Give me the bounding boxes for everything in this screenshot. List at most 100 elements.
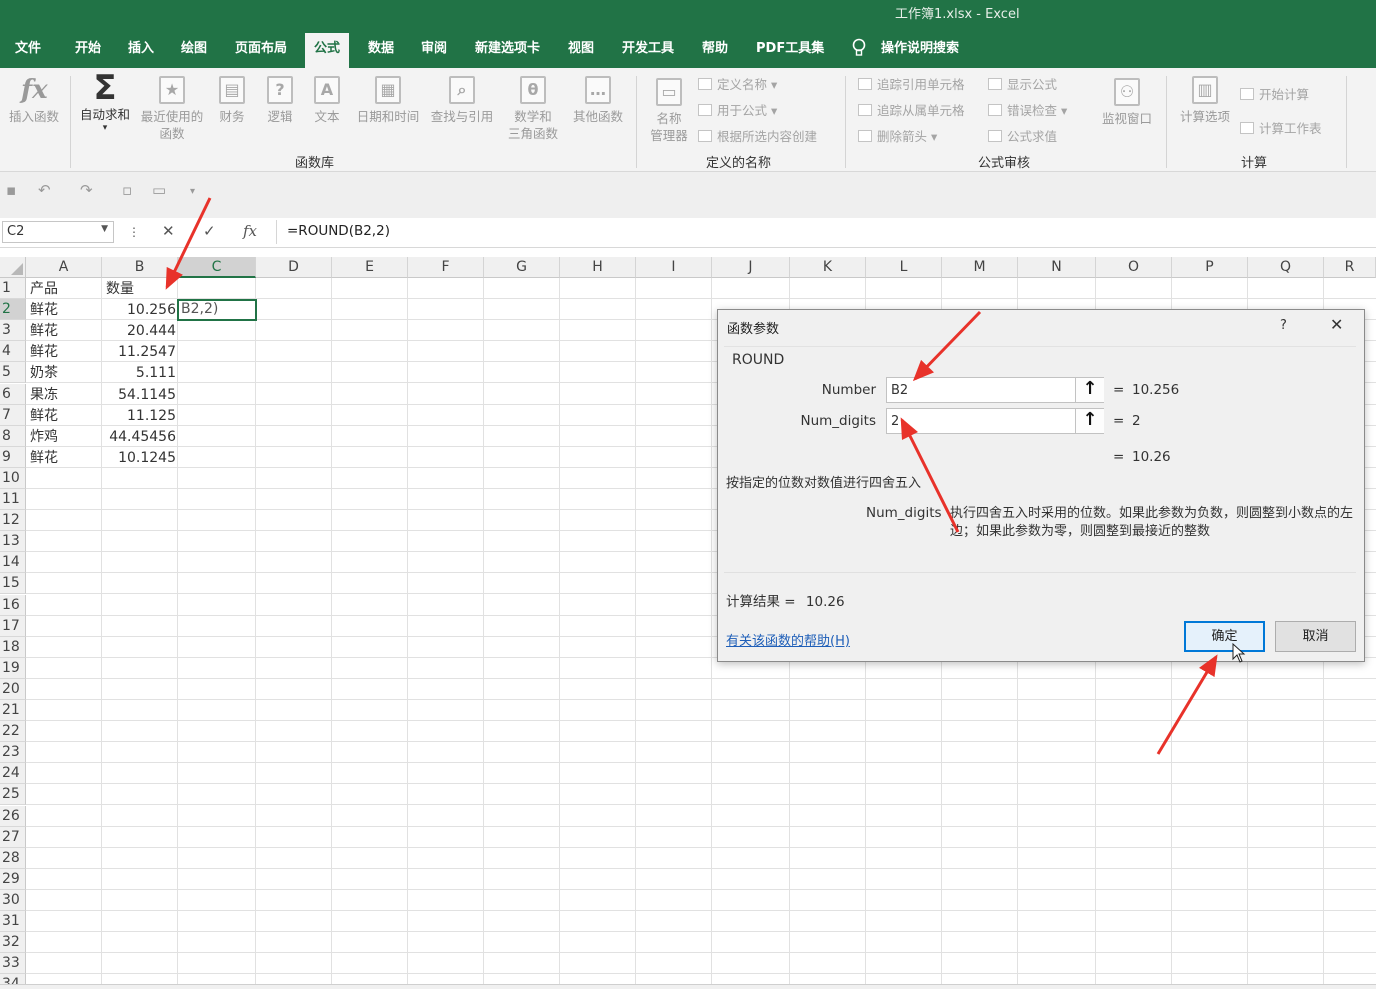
tab-data[interactable]: 数据 <box>368 40 394 64</box>
row-header-8[interactable]: 8 <box>0 425 26 447</box>
print-preview-icon[interactable]: ▫ <box>122 181 132 199</box>
trace-precedents-button[interactable]: 追踪引用单元格 <box>858 74 965 93</box>
remove-arrows-button[interactable]: 删除箭头 ▾ <box>858 126 937 145</box>
row-header-16[interactable]: 16 <box>0 594 26 616</box>
collapse-dialog-arrow-icon[interactable]: ↑ <box>1075 409 1104 433</box>
row-header-9[interactable]: 9 <box>0 446 26 468</box>
row-header-19[interactable]: 19 <box>0 657 26 679</box>
row-header-3[interactable]: 3 <box>0 320 26 342</box>
financial-button[interactable]: ▤ 财务 <box>212 76 252 125</box>
date-time-button[interactable]: ▦ 日期和时间 <box>352 76 424 125</box>
text-functions-button[interactable]: A 文本 <box>307 76 347 125</box>
redo-icon[interactable]: ↷ <box>80 181 93 199</box>
name-box[interactable]: C2 ▼ <box>2 221 114 243</box>
select-all-corner[interactable] <box>0 257 26 278</box>
column-header-g[interactable]: G <box>484 257 560 278</box>
column-header-r[interactable]: R <box>1324 257 1376 278</box>
confirm-entry-icon[interactable]: ✓ <box>203 222 216 240</box>
column-header-l[interactable]: L <box>866 257 942 278</box>
column-header-m[interactable]: M <box>942 257 1018 278</box>
collapse-dialog-arrow-icon[interactable]: ↑ <box>1075 378 1104 402</box>
row-header-28[interactable]: 28 <box>0 847 26 869</box>
logical-button[interactable]: ? 逻辑 <box>260 76 300 125</box>
row-header-27[interactable]: 27 <box>0 826 26 848</box>
row-header-15[interactable]: 15 <box>0 573 26 595</box>
help-icon[interactable]: ? <box>1280 318 1287 333</box>
cell-a9[interactable]: 鲜花 <box>30 448 58 469</box>
row-header-13[interactable]: 13 <box>0 531 26 553</box>
cell-b6[interactable]: 54.1145 <box>102 385 176 406</box>
cell-b1[interactable]: 数量 <box>106 279 134 300</box>
undo-icon[interactable]: ↶ <box>38 181 51 199</box>
tab-review[interactable]: 审阅 <box>421 40 447 64</box>
column-header-c[interactable]: C <box>178 257 256 278</box>
cell-a1[interactable]: 产品 <box>30 279 58 300</box>
tab-file[interactable]: 文件 <box>15 40 41 64</box>
cancel-button[interactable]: 取消 <box>1275 621 1356 652</box>
row-header-21[interactable]: 21 <box>0 700 26 721</box>
recent-functions-button[interactable]: ★ 最近使用的 函数 <box>136 76 208 142</box>
tab-new-tab[interactable]: 新建选项卡 <box>475 40 540 64</box>
row-header-6[interactable]: 6 <box>0 383 26 405</box>
cell-b4[interactable]: 11.2547 <box>102 342 176 363</box>
column-header-j[interactable]: J <box>712 257 790 278</box>
row-header-11[interactable]: 11 <box>0 489 26 510</box>
lookup-reference-button[interactable]: ⌕ 查找与引用 <box>426 76 498 125</box>
row-header-5[interactable]: 5 <box>0 362 26 384</box>
num-digits-arg-input[interactable]: 2 <box>886 408 1104 434</box>
cell-a2[interactable]: 鲜花 <box>30 300 58 321</box>
row-header-25[interactable]: 25 <box>0 784 26 806</box>
show-formulas-button[interactable]: 显示公式 <box>988 74 1057 93</box>
tab-page-layout[interactable]: 页面布局 <box>235 40 287 64</box>
name-manager-button[interactable]: ▭ 名称 管理器 <box>646 78 692 144</box>
math-trig-button[interactable]: θ 数学和 三角函数 <box>500 76 566 142</box>
cell-a4[interactable]: 鲜花 <box>30 342 58 363</box>
cell-a5[interactable]: 奶茶 <box>30 363 58 384</box>
column-header-i[interactable]: I <box>636 257 712 278</box>
use-in-formula-button[interactable]: 用于公式 ▾ <box>698 100 777 119</box>
row-header-7[interactable]: 7 <box>0 404 26 426</box>
row-header-17[interactable]: 17 <box>0 615 26 637</box>
row-header-23[interactable]: 23 <box>0 742 26 764</box>
more-functions-button[interactable]: … 其他函数 <box>568 76 628 125</box>
cell-b7[interactable]: 11.125 <box>102 406 176 427</box>
active-cell-c2[interactable]: B2,2) <box>177 299 257 321</box>
column-header-a[interactable]: A <box>26 257 102 278</box>
ok-button[interactable]: 确定 <box>1184 621 1265 652</box>
row-header-1[interactable]: 1 <box>0 278 26 299</box>
calculate-now-button[interactable]: 开始计算 <box>1240 84 1309 103</box>
cell-a8[interactable]: 炸鸡 <box>30 427 58 448</box>
tab-draw[interactable]: 绘图 <box>181 40 207 64</box>
calculate-sheet-button[interactable]: 计算工作表 <box>1240 118 1322 137</box>
column-header-h[interactable]: H <box>560 257 636 278</box>
column-header-o[interactable]: O <box>1096 257 1172 278</box>
tell-me-search[interactable]: 操作说明搜索 <box>881 40 959 64</box>
column-header-n[interactable]: N <box>1018 257 1096 278</box>
cell-a6[interactable]: 果冻 <box>30 385 58 406</box>
error-checking-button[interactable]: 错误检查 ▾ <box>988 100 1067 119</box>
row-header-26[interactable]: 26 <box>0 805 26 827</box>
row-header-29[interactable]: 29 <box>0 868 26 890</box>
row-header-10[interactable]: 10 <box>0 467 26 489</box>
cell-b5[interactable]: 5.111 <box>102 363 176 384</box>
column-header-p[interactable]: P <box>1172 257 1248 278</box>
function-help-link[interactable]: 有关该函数的帮助(H) <box>726 630 850 649</box>
tab-view[interactable]: 视图 <box>568 40 594 64</box>
calculation-options-button[interactable]: ▥ 计算选项 <box>1174 76 1236 125</box>
cell-b8[interactable]: 44.45456 <box>102 427 176 448</box>
row-header-32[interactable]: 32 <box>0 932 26 954</box>
row-header-22[interactable]: 22 <box>0 721 26 743</box>
column-header-f[interactable]: F <box>408 257 484 278</box>
column-header-e[interactable]: E <box>332 257 408 278</box>
cancel-entry-icon[interactable]: ✕ <box>162 222 175 240</box>
screen-icon[interactable]: ▭ <box>152 181 166 199</box>
row-header-30[interactable]: 30 <box>0 889 26 911</box>
tab-pdf-tools[interactable]: PDF工具集 <box>756 40 824 64</box>
create-from-selection-button[interactable]: 根据所选内容创建 <box>698 126 817 145</box>
row-header-33[interactable]: 33 <box>0 953 26 975</box>
number-arg-input[interactable]: B2 <box>886 377 1104 403</box>
row-header-31[interactable]: 31 <box>0 911 26 932</box>
cell-a3[interactable]: 鲜花 <box>30 321 58 342</box>
evaluate-formula-button[interactable]: 公式求值 <box>988 126 1057 145</box>
customize-qat-icon[interactable]: ▾ <box>190 186 195 197</box>
